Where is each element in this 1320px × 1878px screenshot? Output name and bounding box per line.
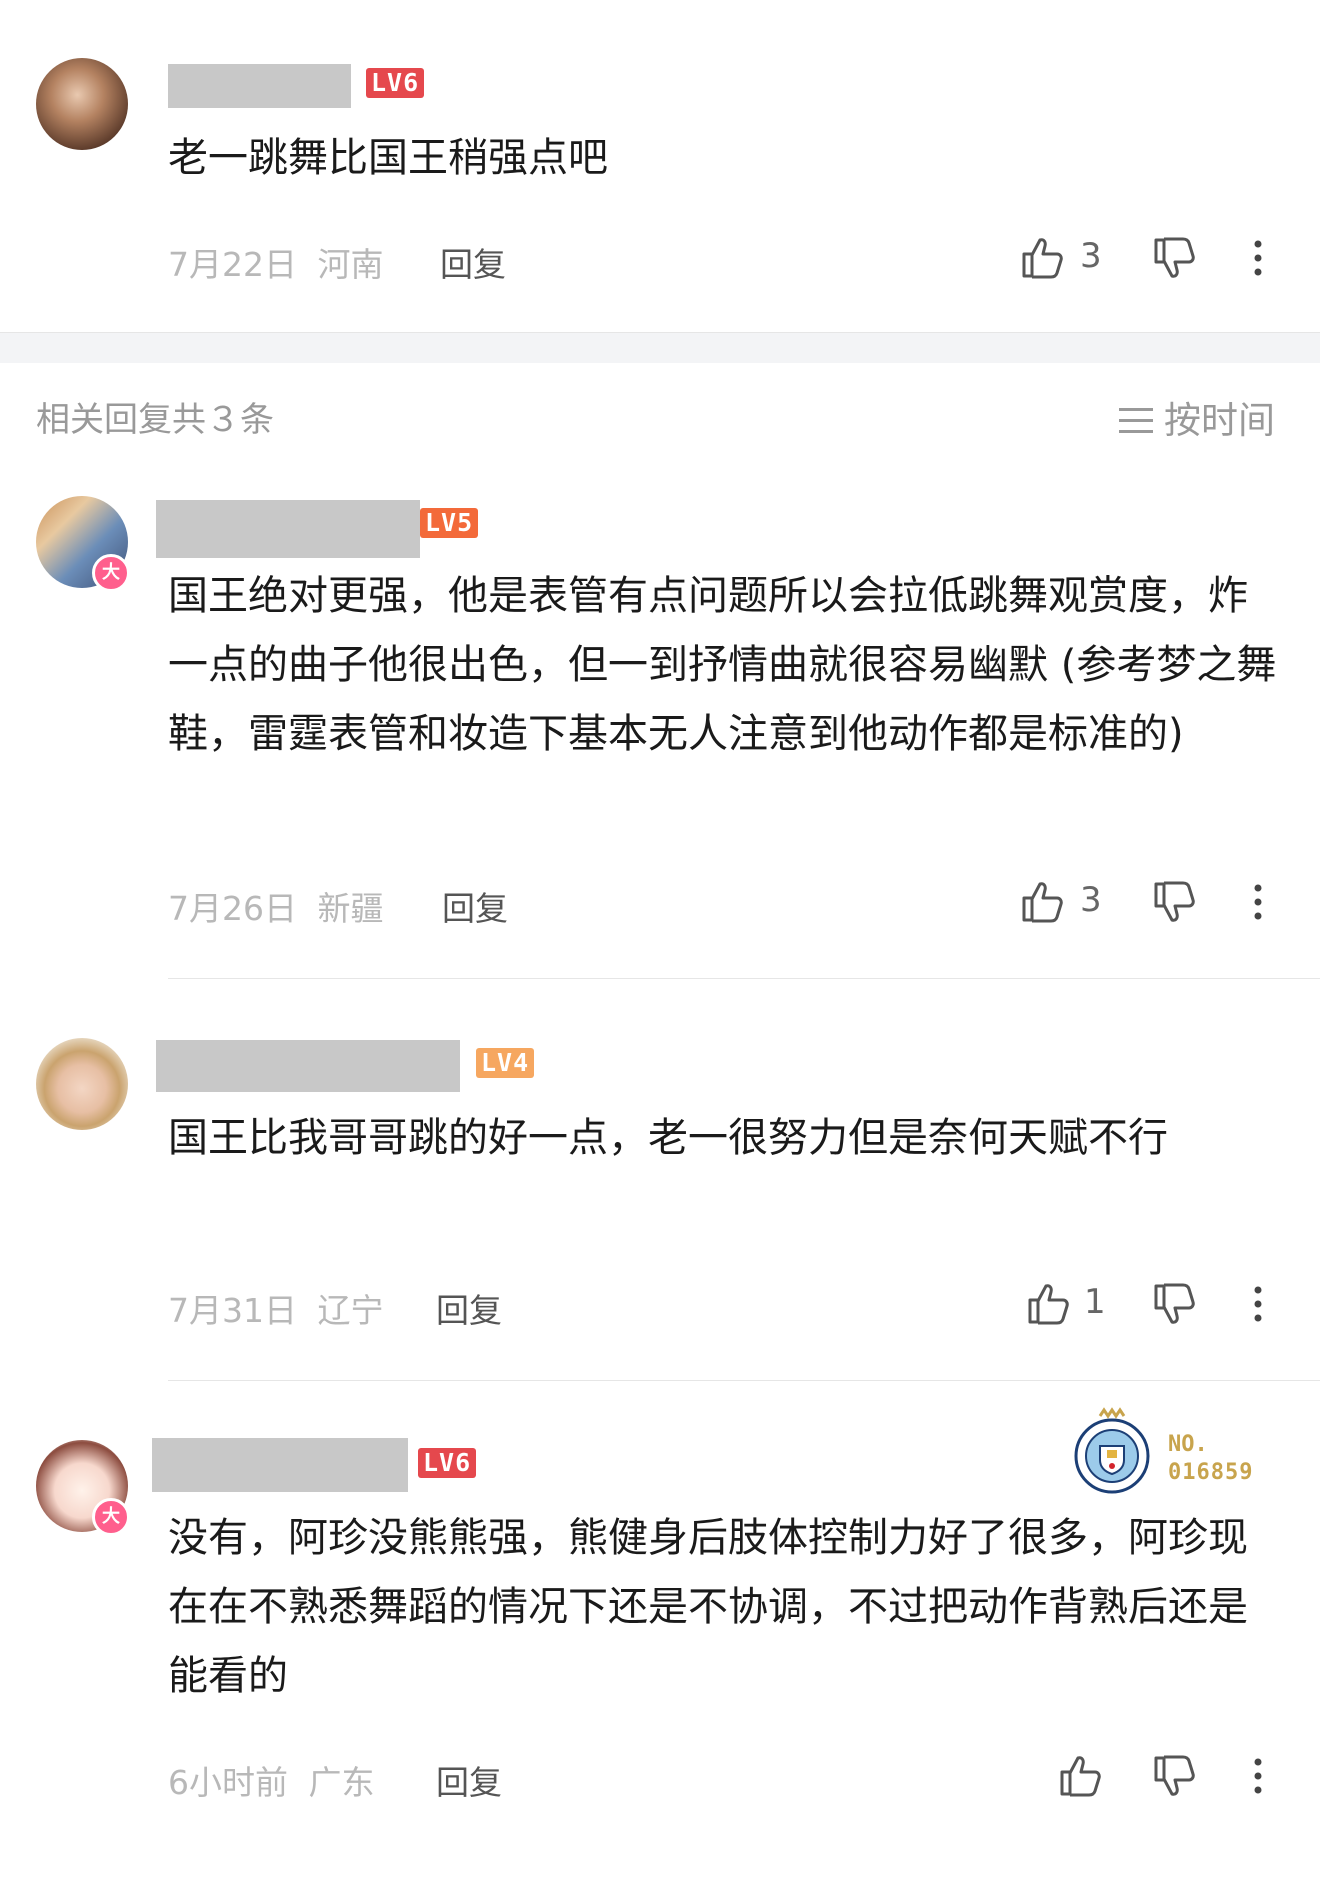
username-redacted[interactable] <box>168 64 351 108</box>
thumbs-up-icon[interactable] <box>1026 1280 1072 1326</box>
more-options-icon[interactable] <box>1250 1284 1266 1324</box>
sort-button[interactable]: 按时间 <box>1118 390 1275 444</box>
username-redacted[interactable] <box>152 1438 408 1492</box>
level-badge: LV4 <box>476 1048 535 1078</box>
verified-badge: 大 <box>92 554 130 592</box>
fan-medal-crest-icon <box>1074 1407 1150 1494</box>
comment-region: 河南 <box>317 245 384 284</box>
divider <box>168 1380 1320 1381</box>
reply-button[interactable]: 回复 <box>436 1756 502 1804</box>
thumbs-up-icon[interactable] <box>1020 878 1066 924</box>
username-redacted[interactable] <box>156 1040 460 1092</box>
fan-medal-no-label: NO. <box>1168 1432 1208 1457</box>
reply-button[interactable]: 回复 <box>440 238 506 286</box>
sort-lines-icon <box>1119 408 1153 433</box>
reply-date: 6小时前 <box>168 1763 288 1802</box>
reply-text: 国王绝对更强，他是表管有点问题所以会拉低跳舞观赏度，炸一点的曲子他很出色，但一到… <box>168 573 1277 757</box>
like-count: 3 <box>1080 236 1102 276</box>
more-options-icon[interactable] <box>1250 1756 1266 1796</box>
thumbs-up-icon[interactable] <box>1020 234 1066 280</box>
reply-text: 没有，阿珍没熊熊强，熊健身后肢体控制力好了很多，阿珍现在在不熟悉舞蹈的情况下还是… <box>168 1515 1248 1699</box>
reply-button[interactable]: 回复 <box>442 882 508 930</box>
thumbs-down-icon[interactable] <box>1152 236 1198 282</box>
reply-date: 7月31日 <box>168 1291 297 1330</box>
thumbs-down-icon[interactable] <box>1152 880 1198 926</box>
avatar[interactable] <box>36 58 128 150</box>
reply-meta: 7月26日 新疆 <box>168 882 384 930</box>
more-options-icon[interactable] <box>1250 882 1266 922</box>
reply-region: 新疆 <box>317 889 384 928</box>
verified-badge: 大 <box>92 1498 130 1536</box>
thumbs-down-icon[interactable] <box>1152 1754 1198 1800</box>
thumbs-down-icon[interactable] <box>1152 1282 1198 1328</box>
like-count: 1 <box>1084 1282 1106 1322</box>
section-separator <box>0 333 1320 363</box>
avatar[interactable] <box>36 1038 128 1130</box>
comment-meta: 7月22日 河南 <box>168 238 384 286</box>
level-badge: LV6 <box>418 1448 477 1478</box>
more-options-icon[interactable] <box>1250 238 1266 278</box>
reply-date: 7月26日 <box>168 889 297 928</box>
reply-button[interactable]: 回复 <box>436 1284 502 1332</box>
reply-meta: 7月31日 辽宁 <box>168 1284 384 1332</box>
level-badge: LV6 <box>366 68 425 98</box>
like-count: 3 <box>1080 880 1102 920</box>
reply-text: 国王比我哥哥跳的好一点，老一很努力但是奈何天赋不行 <box>168 1115 1168 1161</box>
reply-region: 广东 <box>308 1763 375 1802</box>
comment-text: 老一跳舞比国王稍强点吧 <box>168 135 608 181</box>
thumbs-up-icon[interactable] <box>1058 1752 1104 1798</box>
reply-region: 辽宁 <box>317 1291 384 1330</box>
fan-medal-number: 016859 <box>1168 1460 1254 1485</box>
level-badge: LV5 <box>420 508 479 538</box>
username-redacted[interactable] <box>156 500 420 558</box>
divider <box>168 978 1320 979</box>
reply-meta: 6小时前 广东 <box>168 1756 375 1804</box>
sort-label: 按时间 <box>1164 399 1275 442</box>
replies-count-title: 相关回复共３条 <box>36 400 274 440</box>
comment-date: 7月22日 <box>168 245 297 284</box>
